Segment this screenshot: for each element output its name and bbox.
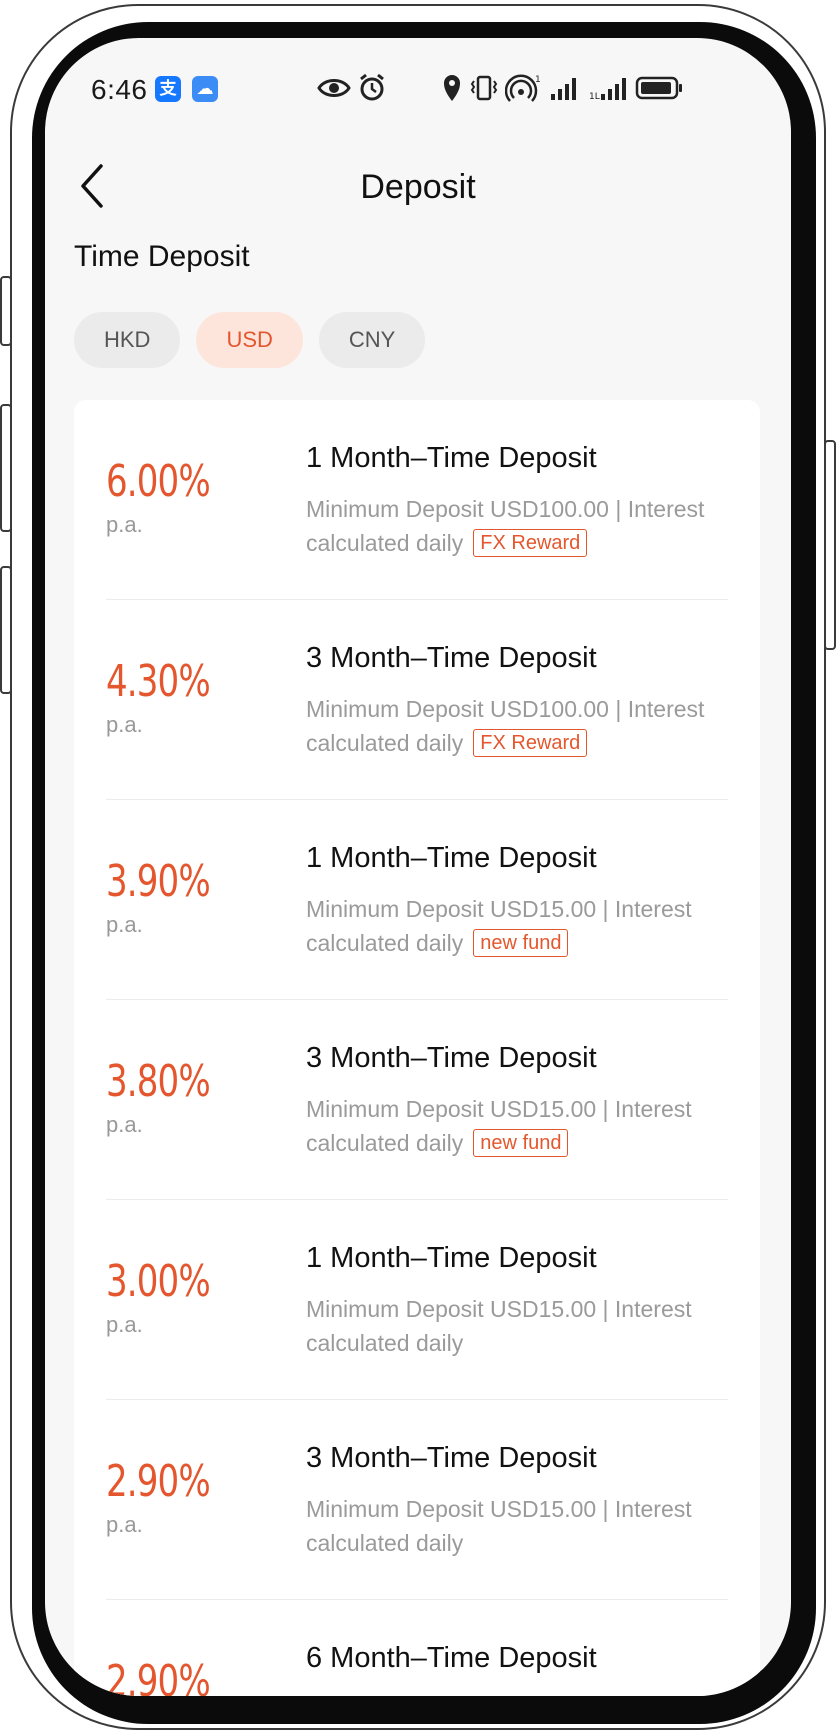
tab-hkd[interactable]: HKD (74, 312, 181, 368)
promo-tag: new fund (473, 929, 569, 957)
tab-usd[interactable]: USD (196, 312, 303, 368)
interest-rate: 3.00% (106, 1256, 211, 1307)
interest-rate: 2.90% (106, 1656, 211, 1696)
location-icon (444, 75, 460, 101)
deposit-description: Minimum Deposit USD15.00 | Interest calc… (306, 892, 728, 960)
screen: 6:46 支 ☁ 1 1L Deposit Time Deposit HKD U… (45, 38, 791, 1696)
svg-text:1: 1 (535, 75, 541, 85)
rate-unit: p.a. (106, 912, 143, 937)
deposit-name: 3 Month–Time Deposit (306, 1442, 597, 1474)
deposit-terms: Minimum Deposit USD15.00 | Interest calc… (306, 1296, 692, 1356)
status-bar: 6:46 支 ☁ 1 1L (45, 38, 791, 134)
deposit-item[interactable]: 2.90% 6 Month–Time Deposit (106, 1600, 728, 1696)
deposit-item[interactable]: 4.30% p.a. 3 Month–Time Deposit Minimum … (106, 600, 728, 800)
promo-tag: FX Reward (473, 529, 588, 557)
deposit-name: 6 Month–Time Deposit (306, 1642, 597, 1674)
vibrate-icon (470, 75, 498, 101)
cloud-icon: ☁ (192, 76, 218, 102)
interest-rate: 2.90% (106, 1456, 211, 1507)
side-button (824, 440, 836, 650)
status-time: 6:46 (91, 74, 148, 105)
hotspot-icon: 1 (505, 74, 541, 102)
deposit-name: 1 Month–Time Deposit (306, 442, 597, 474)
rate-unit: p.a. (106, 512, 143, 537)
rate-unit: p.a. (106, 712, 143, 737)
deposit-item[interactable]: 3.00% p.a. 1 Month–Time Deposit Minimum … (106, 1200, 728, 1400)
battery-icon (635, 76, 682, 100)
interest-rate: 4.30% (106, 656, 211, 707)
side-button (0, 404, 12, 532)
deposit-description: Minimum Deposit USD15.00 | Interest calc… (306, 1292, 728, 1360)
interest-rate: 3.80% (106, 1056, 211, 1107)
tab-cny[interactable]: CNY (318, 312, 426, 368)
alarm-icon (360, 73, 384, 101)
interest-rate: 3.90% (106, 856, 211, 907)
app-header: Deposit (45, 148, 791, 228)
deposit-name: 3 Month–Time Deposit (306, 1042, 597, 1074)
rate-unit: p.a. (106, 1312, 143, 1337)
deposit-item[interactable]: 2.90% p.a. 3 Month–Time Deposit Minimum … (106, 1400, 728, 1600)
alipay-icon: 支 (155, 76, 181, 102)
side-button (0, 566, 12, 694)
deposit-item[interactable]: 6.00% p.a. 1 Month–Time Deposit Minimum … (106, 400, 728, 600)
deposit-item[interactable]: 3.90% p.a. 1 Month–Time Deposit Minimum … (106, 800, 728, 1000)
signal-icon: 1L (589, 78, 626, 102)
interest-rate: 6.00% (106, 456, 211, 507)
rate-unit: p.a. (106, 1512, 143, 1537)
deposit-name: 1 Month–Time Deposit (306, 842, 597, 874)
deposit-list: 6.00% p.a. 1 Month–Time Deposit Minimum … (74, 400, 760, 1696)
deposit-description: Minimum Deposit USD15.00 | Interest calc… (306, 1492, 728, 1560)
page-title: Deposit (360, 168, 476, 206)
currency-tabs: HKD USD CNY (74, 312, 426, 368)
deposit-description: Minimum Deposit USD100.00 | Interest cal… (306, 692, 728, 760)
deposit-description: Minimum Deposit USD100.00 | Interest cal… (306, 492, 728, 560)
side-button (0, 276, 12, 346)
signal-icon (551, 78, 576, 100)
deposit-terms: Minimum Deposit USD15.00 | Interest calc… (306, 1496, 692, 1556)
promo-tag: FX Reward (473, 729, 588, 757)
deposit-description: Minimum Deposit USD15.00 | Interest calc… (306, 1092, 728, 1160)
eye-icon (317, 79, 351, 97)
deposit-name: 1 Month–Time Deposit (306, 1242, 597, 1274)
section-title: Time Deposit (74, 240, 250, 273)
promo-tag: new fund (473, 1129, 569, 1157)
deposit-item[interactable]: 3.80% p.a. 3 Month–Time Deposit Minimum … (106, 1000, 728, 1200)
rate-unit: p.a. (106, 1112, 143, 1137)
deposit-name: 3 Month–Time Deposit (306, 642, 597, 674)
svg-text:1L: 1L (589, 92, 600, 102)
